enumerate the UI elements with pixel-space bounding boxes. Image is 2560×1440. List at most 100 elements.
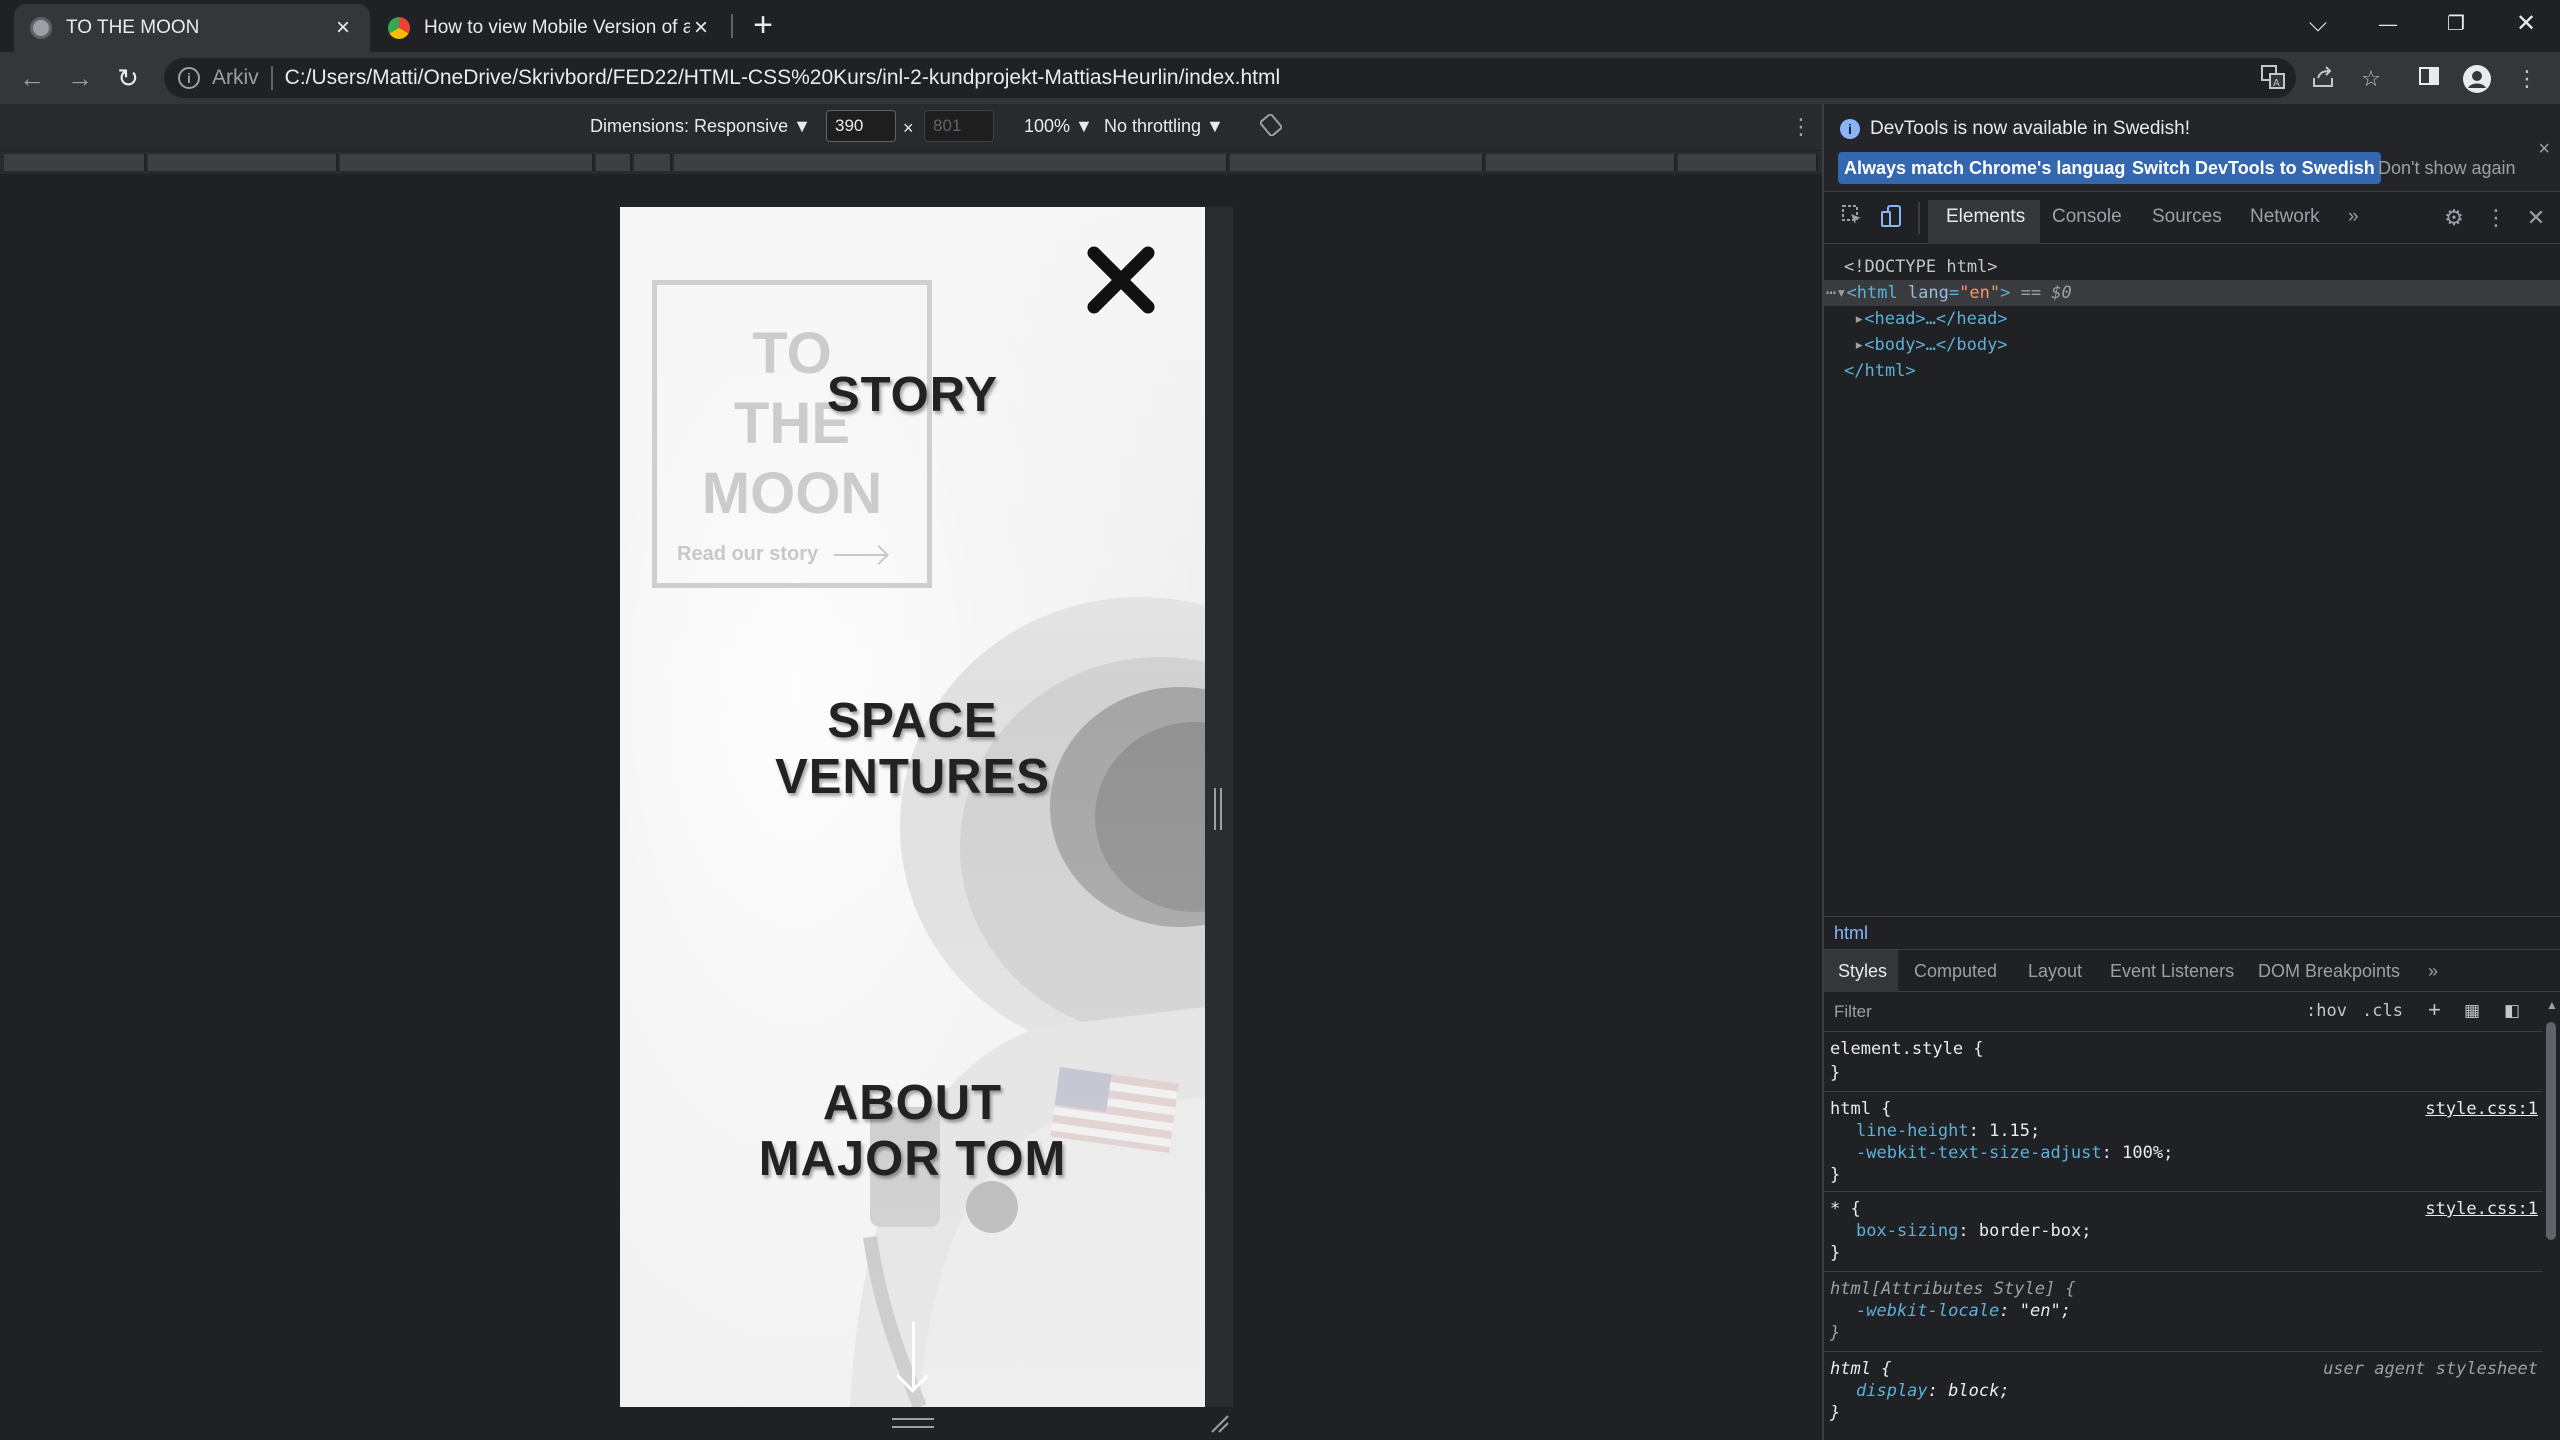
subtab-styles[interactable]: Styles: [1838, 961, 1887, 982]
ruler-segment[interactable]: [596, 154, 632, 171]
inspect-element-icon[interactable]: [1838, 204, 1866, 232]
always-match-language-button[interactable]: Always match Chrome's language: [1838, 152, 2142, 184]
minimize-button[interactable]: —: [2368, 6, 2408, 42]
logo-link[interactable]: TO THE MOON Read our story: [652, 280, 932, 588]
translate-icon[interactable]: A: [2258, 64, 2288, 94]
tab-console[interactable]: Console: [2052, 206, 2122, 228]
breadcrumb-item-html[interactable]: html: [1834, 923, 1868, 943]
subtab-dom-breakpoints[interactable]: DOM Breakpoints: [2258, 961, 2400, 982]
scroll-up-icon[interactable]: ▲: [2546, 998, 2558, 1012]
zoom-dropdown[interactable]: 100% ▼: [1024, 116, 1093, 137]
read-our-story-link[interactable]: Read our story: [677, 543, 887, 566]
attr-value: "en": [1959, 283, 2001, 303]
tab-sources[interactable]: Sources: [2152, 206, 2222, 228]
subtab-event-listeners[interactable]: Event Listeners: [2110, 961, 2234, 982]
ruler-segment[interactable]: [1230, 154, 1484, 171]
styles-scrollbar[interactable]: ▲: [2542, 992, 2560, 1440]
rule-close-brace: }: [1830, 1243, 1841, 1263]
window-close-button[interactable]: ✕: [2506, 6, 2546, 42]
tab-network[interactable]: Network: [2250, 206, 2320, 228]
width-resize-handle[interactable]: [1214, 788, 1222, 830]
styles-subtabs: Styles Computed Layout Event Listeners D…: [1824, 950, 2560, 992]
rule-declaration[interactable]: box-sizing: border-box;: [1856, 1220, 2091, 1242]
more-subtabs-icon[interactable]: »: [2428, 961, 2438, 982]
tab-to-the-moon[interactable]: TO THE MOON ×: [14, 4, 370, 52]
class-toggle[interactable]: .cls: [2362, 1001, 2403, 1021]
menu-icon[interactable]: ⋮: [2512, 64, 2542, 94]
ruler-segment[interactable]: [1486, 154, 1676, 171]
device-toggle-icon[interactable]: [1878, 204, 1906, 232]
new-rule-icon[interactable]: +: [2428, 997, 2441, 1023]
read-our-story-label: Read our story: [677, 543, 819, 565]
nav-link-story[interactable]: STORY: [620, 367, 1205, 423]
nav-link-space-ventures[interactable]: SPACE VENTURES: [620, 693, 1205, 805]
width-input[interactable]: 390: [826, 110, 896, 142]
expand-triangle-icon[interactable]: ▸: [1854, 335, 1864, 355]
dom-node-doctype[interactable]: <!DOCTYPE html>: [1824, 254, 2560, 280]
corner-resize-handle[interactable]: [1208, 1412, 1230, 1434]
dom-node-html-close[interactable]: </html>: [1824, 358, 2560, 384]
more-tabs-icon[interactable]: »: [2348, 206, 2359, 228]
rule-selector[interactable]: * {: [1830, 1198, 1861, 1220]
ruler-segment[interactable]: [340, 154, 594, 171]
close-tab-icon[interactable]: ×: [690, 16, 712, 40]
dom-node-html[interactable]: ⋯▾<html lang="en"> == $0: [1824, 280, 2560, 306]
expand-triangle-icon[interactable]: ▸: [1854, 309, 1864, 329]
element-state-icon[interactable]: ▦: [2464, 1001, 2480, 1021]
side-panel-icon[interactable]: [2414, 64, 2444, 94]
rotate-icon[interactable]: [1259, 113, 1283, 141]
rule-selector[interactable]: element.style {: [1830, 1038, 1984, 1060]
close-devtools-icon[interactable]: ✕: [2522, 204, 2550, 232]
back-button[interactable]: ←: [14, 60, 50, 96]
close-tab-icon[interactable]: ×: [332, 16, 354, 40]
dont-show-again-button[interactable]: Don't show again: [2372, 152, 2522, 184]
restore-button[interactable]: ❐: [2436, 6, 2476, 42]
forward-button[interactable]: →: [62, 60, 98, 96]
more-options-icon[interactable]: ⋮: [1790, 114, 1812, 140]
scroll-down-arrow-icon[interactable]: [912, 1322, 915, 1388]
rule-selector[interactable]: html {: [1830, 1098, 1891, 1120]
tab-elements[interactable]: Elements: [1946, 206, 2025, 228]
ruler-segment[interactable]: [674, 154, 1228, 171]
rule-declaration[interactable]: line-height: 1.15;: [1856, 1120, 2040, 1142]
ruler-segment[interactable]: [4, 154, 146, 171]
rule-declaration[interactable]: -webkit-text-size-adjust: 100%;: [1856, 1142, 2173, 1164]
ruler-segment[interactable]: [634, 154, 672, 171]
subtab-computed[interactable]: Computed: [1914, 961, 1997, 982]
prop-value: block;: [1948, 1381, 2010, 1401]
close-menu-icon[interactable]: [1086, 245, 1156, 315]
svg-text:A: A: [2273, 78, 2280, 89]
infobar-close-icon[interactable]: ×: [2538, 138, 2550, 161]
rule-source-link[interactable]: style.css:1: [2425, 1098, 2538, 1120]
tab-how-to-view-mobile[interactable]: How to view Mobile Version of a ×: [372, 4, 728, 52]
hover-state-toggle[interactable]: :hov: [2306, 1001, 2347, 1021]
new-tab-button[interactable]: +: [746, 8, 780, 44]
dimensions-dropdown[interactable]: Dimensions: Responsive ▼: [590, 116, 811, 137]
tab-search-icon[interactable]: ⌵: [2298, 6, 2338, 42]
styles-filter-input[interactable]: Filter: [1834, 1002, 1872, 1022]
subtab-layout[interactable]: Layout: [2028, 961, 2082, 982]
prop-value: "en";: [2019, 1301, 2071, 1321]
address-bar[interactable]: i Arkiv C:/Users/Matti/OneDrive/Skrivbor…: [164, 58, 2296, 98]
rule-source-link[interactable]: style.css:1: [2425, 1198, 2538, 1220]
profile-icon[interactable]: [2462, 64, 2492, 94]
toggle-sidebar-icon[interactable]: ◧: [2504, 1001, 2520, 1021]
dom-node-body[interactable]: ▸<body>…</body>: [1824, 332, 2560, 358]
ruler-segment[interactable]: [148, 154, 338, 171]
dom-node-head[interactable]: ▸<head>…</head>: [1824, 306, 2560, 332]
throttling-dropdown[interactable]: No throttling ▼: [1104, 116, 1224, 137]
height-input[interactable]: 801: [924, 110, 994, 142]
settings-icon[interactable]: ⚙: [2440, 204, 2468, 232]
ruler-segment[interactable]: [1678, 154, 1818, 171]
share-icon[interactable]: [2308, 64, 2338, 94]
rule-close-brace: }: [1830, 1165, 1841, 1185]
reload-button[interactable]: ↻: [110, 60, 146, 96]
star-icon[interactable]: ☆: [2356, 64, 2386, 94]
info-icon[interactable]: i: [178, 67, 200, 89]
url-text[interactable]: C:/Users/Matti/OneDrive/Skrivbord/FED22/…: [285, 66, 1280, 90]
scrollbar-thumb[interactable]: [2546, 1022, 2556, 1240]
customize-menu-icon[interactable]: ⋮: [2482, 204, 2510, 232]
switch-to-swedish-button[interactable]: Switch DevTools to Swedish: [2126, 152, 2381, 184]
height-resize-handle[interactable]: [892, 1418, 934, 1428]
nav-link-about-major-tom[interactable]: ABOUT MAJOR TOM: [620, 1075, 1205, 1187]
